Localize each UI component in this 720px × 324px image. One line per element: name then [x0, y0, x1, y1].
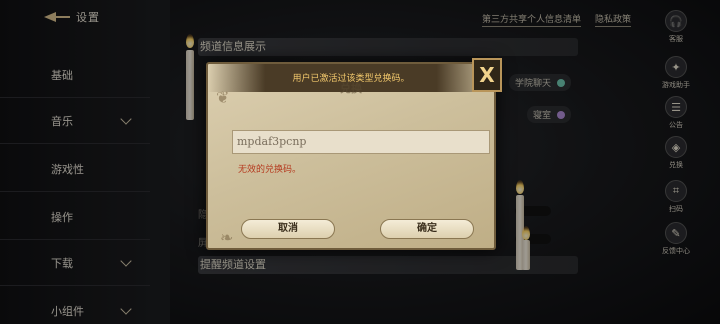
settings-screen: 设置 基础 音乐 游戏性 操作 下载 小组件 第三方共享个人信息清单 隐私政策 … — [0, 0, 720, 324]
ornament-swirl: ❦ — [216, 88, 230, 107]
close-icon: X — [479, 63, 495, 87]
activation-toast: 用户已激活过该类型兑换码。 — [292, 74, 410, 84]
ornament-swirl: ❧ — [220, 228, 234, 247]
redeem-code-dialog: 兑换 用户已激活过该类型兑换码。 X ❦ ❧ mpdaf3pcnp 无效的兑换码… — [206, 58, 502, 250]
cancel-button[interactable]: 取消 — [241, 219, 335, 239]
redeem-code-input[interactable]: mpdaf3pcnp — [232, 130, 490, 154]
confirm-button[interactable]: 确定 — [380, 219, 474, 239]
close-button[interactable]: X — [472, 58, 502, 92]
error-message: 无效的兑换码。 — [238, 165, 302, 175]
